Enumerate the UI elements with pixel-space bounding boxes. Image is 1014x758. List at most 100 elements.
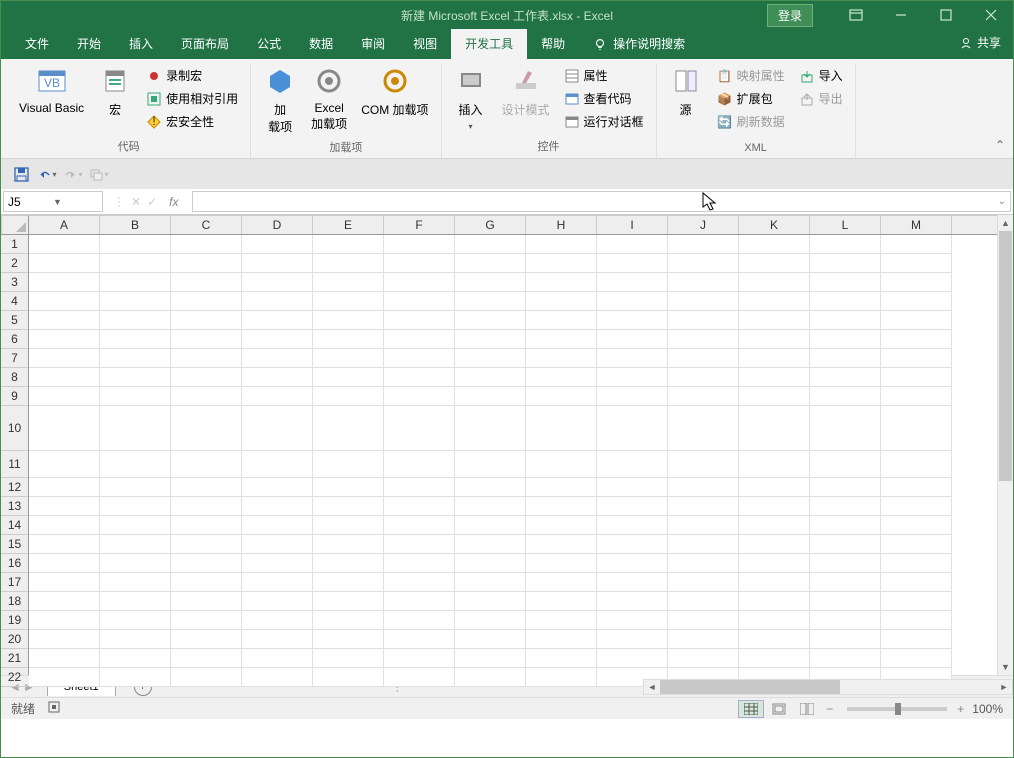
cell[interactable] bbox=[739, 273, 810, 292]
xml-source-button[interactable]: 源 bbox=[665, 63, 707, 140]
enter-formula-icon[interactable]: ✓ bbox=[147, 195, 157, 209]
cell[interactable] bbox=[29, 668, 100, 687]
zoom-level[interactable]: 100% bbox=[972, 702, 1003, 716]
row-header[interactable]: 13 bbox=[1, 497, 28, 516]
cell[interactable] bbox=[810, 649, 881, 668]
cell[interactable] bbox=[455, 368, 526, 387]
cell[interactable] bbox=[597, 497, 668, 516]
cell[interactable] bbox=[171, 406, 242, 451]
cell[interactable] bbox=[242, 478, 313, 497]
column-header[interactable]: B bbox=[100, 216, 171, 234]
cell[interactable] bbox=[526, 451, 597, 478]
cell[interactable] bbox=[881, 516, 952, 535]
cell[interactable] bbox=[100, 668, 171, 687]
row-header[interactable]: 14 bbox=[1, 516, 28, 535]
qat-more-button[interactable]: ▾ bbox=[89, 164, 109, 184]
cell[interactable] bbox=[242, 349, 313, 368]
cell[interactable] bbox=[597, 451, 668, 478]
cell[interactable] bbox=[739, 330, 810, 349]
normal-view-button[interactable] bbox=[738, 700, 764, 718]
cell[interactable] bbox=[313, 330, 384, 349]
expansion-packs-button[interactable]: 📦扩展包 bbox=[713, 88, 789, 109]
cell[interactable] bbox=[739, 611, 810, 630]
cell[interactable] bbox=[384, 273, 455, 292]
cell[interactable] bbox=[526, 273, 597, 292]
refresh-data-button[interactable]: 🔄刷新数据 bbox=[713, 111, 789, 132]
cell[interactable] bbox=[810, 273, 881, 292]
cell[interactable] bbox=[29, 478, 100, 497]
cell[interactable] bbox=[668, 554, 739, 573]
cell[interactable] bbox=[242, 649, 313, 668]
cell[interactable] bbox=[597, 592, 668, 611]
scroll-thumb[interactable] bbox=[999, 231, 1012, 481]
cell[interactable] bbox=[384, 668, 455, 687]
cell[interactable] bbox=[100, 292, 171, 311]
column-header[interactable]: J bbox=[668, 216, 739, 234]
insert-function-icon[interactable]: fx bbox=[169, 195, 178, 209]
cell[interactable] bbox=[739, 592, 810, 611]
cell[interactable] bbox=[455, 535, 526, 554]
cell[interactable] bbox=[242, 254, 313, 273]
cell[interactable] bbox=[384, 254, 455, 273]
cell[interactable] bbox=[29, 535, 100, 554]
cell[interactable] bbox=[881, 451, 952, 478]
macros-button[interactable]: 宏 bbox=[94, 63, 136, 136]
cell[interactable] bbox=[810, 535, 881, 554]
cell[interactable] bbox=[455, 330, 526, 349]
cell[interactable] bbox=[29, 451, 100, 478]
properties-button[interactable]: 属性 bbox=[560, 65, 648, 86]
cell[interactable] bbox=[29, 649, 100, 668]
tab-review[interactable]: 审阅 bbox=[347, 29, 399, 59]
cell[interactable] bbox=[313, 478, 384, 497]
com-addins-button[interactable]: COM 加载项 bbox=[357, 63, 432, 137]
cell[interactable] bbox=[29, 611, 100, 630]
cell[interactable] bbox=[384, 649, 455, 668]
row-header[interactable]: 5 bbox=[1, 311, 28, 330]
cell[interactable] bbox=[171, 478, 242, 497]
cell[interactable] bbox=[526, 330, 597, 349]
cell[interactable] bbox=[597, 330, 668, 349]
cell[interactable] bbox=[313, 649, 384, 668]
cell[interactable] bbox=[526, 649, 597, 668]
cell[interactable] bbox=[242, 387, 313, 406]
cell[interactable] bbox=[100, 516, 171, 535]
cell[interactable] bbox=[526, 254, 597, 273]
cell[interactable] bbox=[384, 330, 455, 349]
cell[interactable] bbox=[455, 451, 526, 478]
maximize-icon[interactable] bbox=[923, 1, 968, 29]
cell[interactable] bbox=[100, 611, 171, 630]
select-all-corner[interactable] bbox=[1, 215, 29, 235]
cell[interactable] bbox=[597, 311, 668, 330]
column-header[interactable]: I bbox=[597, 216, 668, 234]
cell[interactable] bbox=[668, 311, 739, 330]
cell[interactable] bbox=[313, 387, 384, 406]
cell[interactable] bbox=[100, 497, 171, 516]
cell[interactable] bbox=[29, 592, 100, 611]
cell[interactable] bbox=[100, 535, 171, 554]
cell[interactable] bbox=[29, 273, 100, 292]
cell[interactable] bbox=[881, 630, 952, 649]
cell[interactable] bbox=[455, 292, 526, 311]
cell[interactable] bbox=[313, 554, 384, 573]
tell-me[interactable]: 操作说明搜索 bbox=[579, 29, 699, 59]
cell[interactable] bbox=[384, 349, 455, 368]
cell[interactable] bbox=[171, 235, 242, 254]
cell[interactable] bbox=[29, 630, 100, 649]
cancel-formula-icon[interactable]: ✕ bbox=[131, 195, 141, 209]
cell[interactable] bbox=[739, 630, 810, 649]
formula-input[interactable]: ⌄ bbox=[192, 191, 1011, 212]
cell[interactable] bbox=[810, 451, 881, 478]
save-button[interactable] bbox=[11, 164, 31, 184]
map-properties-button[interactable]: 📋映射属性 bbox=[713, 65, 789, 86]
cell[interactable] bbox=[29, 406, 100, 451]
cell[interactable] bbox=[29, 235, 100, 254]
scroll-right-icon[interactable]: ► bbox=[996, 682, 1012, 692]
cell[interactable] bbox=[313, 668, 384, 687]
column-header[interactable]: A bbox=[29, 216, 100, 234]
cell[interactable] bbox=[881, 573, 952, 592]
undo-button[interactable]: ▾ bbox=[37, 164, 57, 184]
cell[interactable] bbox=[313, 235, 384, 254]
row-header[interactable]: 9 bbox=[1, 387, 28, 406]
cell[interactable] bbox=[881, 349, 952, 368]
cell[interactable] bbox=[668, 592, 739, 611]
